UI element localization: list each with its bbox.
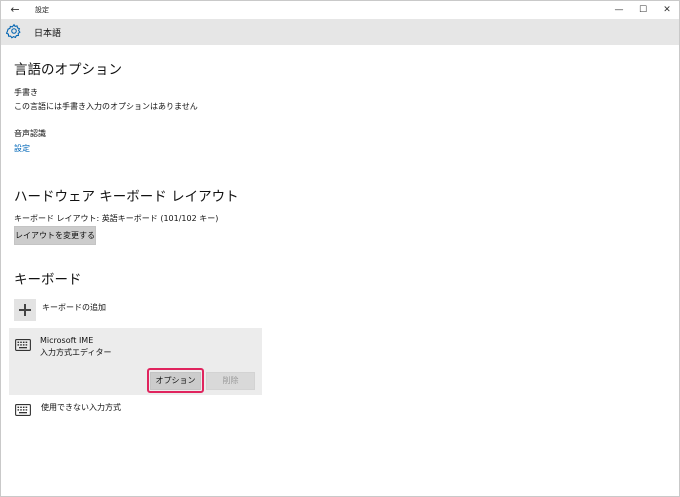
language-options-heading: 言語のオプション [14,62,122,78]
page-header: 日本語 [1,19,679,45]
keyboard-layout-text: キーボード レイアウト: 英語キーボード (101/102 キー) [14,214,219,223]
ime-name: Microsoft IME [40,336,94,345]
options-highlight-frame [147,368,204,393]
title-bar: ← 設定 — ☐ ✕ [1,1,679,19]
hardware-keyboard-heading: ハードウェア キーボード レイアウト [14,189,239,205]
page-title: 日本語 [34,29,62,39]
speech-settings-link[interactable]: 設定 [14,143,30,154]
ime-description: 入力方式エディター [40,348,112,357]
minimize-button[interactable]: — [609,2,629,18]
window-title: 設定 [35,6,49,14]
unavailable-input-methods-label[interactable]: 使用できない入力方式 [41,402,121,413]
keyboard-icon [15,404,31,416]
keyboard-icon [15,339,31,351]
keyboard-list-item[interactable]: Microsoft IME 入力方式エディター オプション 削除 [9,328,262,395]
handwriting-label: 手書き [14,88,38,97]
add-keyboard-label[interactable]: キーボードの追加 [42,302,106,313]
change-layout-button[interactable]: レイアウトを変更する [14,226,96,245]
handwriting-value: この言語には手書き入力のオプションはありません [14,102,198,111]
speech-label: 音声認識 [14,129,46,138]
settings-window: ← 設定 — ☐ ✕ 日本語 言語のオプション 手書き この言語には手書き入力の… [0,0,680,497]
gear-icon [6,23,21,39]
keyboard-heading: キーボード [14,272,82,288]
remove-button[interactable]: 削除 [206,372,255,390]
maximize-button[interactable]: ☐ [633,2,653,18]
close-button[interactable]: ✕ [657,2,677,18]
back-arrow-icon[interactable]: ← [7,3,23,17]
add-keyboard-button[interactable] [14,299,36,321]
